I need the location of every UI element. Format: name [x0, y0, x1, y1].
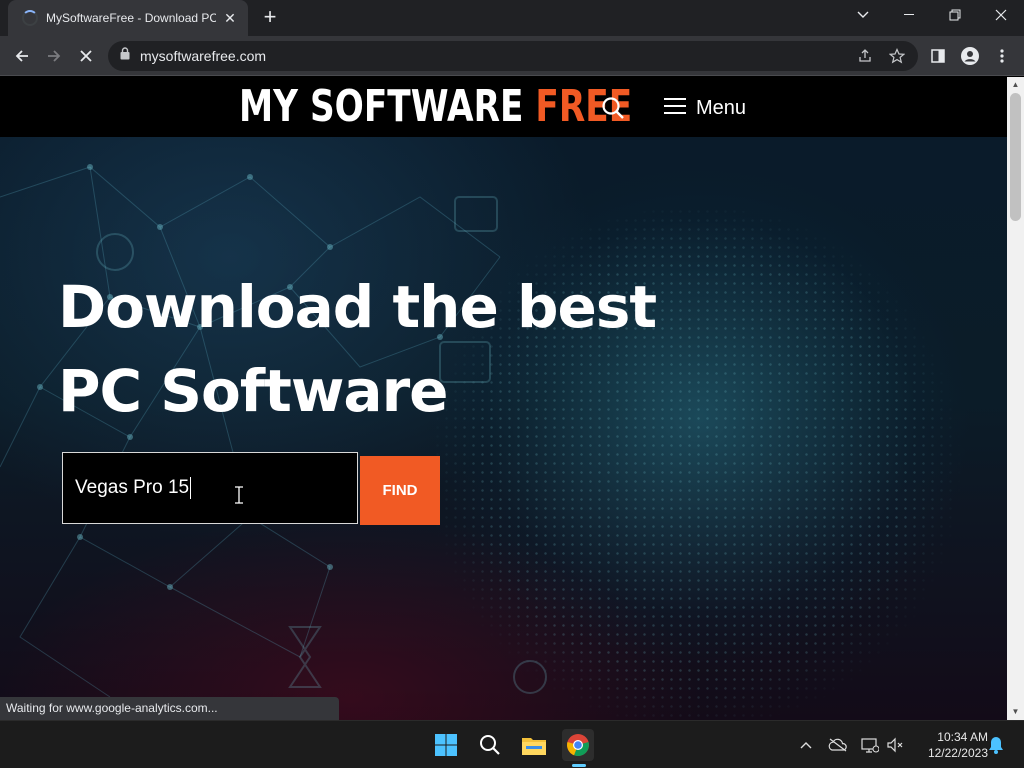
share-icon[interactable] [856, 47, 874, 65]
search-icon[interactable] [601, 96, 625, 120]
hamburger-icon [664, 97, 686, 120]
scroll-down-arrow-icon[interactable]: ▼ [1011, 707, 1020, 716]
hero-line-1: Download the best [58, 273, 657, 341]
tab-title: MySoftwareFree - Download PC S [46, 11, 216, 25]
restore-button[interactable] [932, 0, 978, 30]
page-viewport: MY SOFTWARE FREE Menu Download the best … [0, 77, 1007, 720]
menu-label: Menu [696, 96, 747, 119]
forward-button[interactable] [40, 42, 68, 70]
lock-icon[interactable] [120, 47, 130, 65]
hero-heading: Download the best PC Software [58, 265, 658, 433]
windows-start-icon[interactable] [430, 729, 462, 761]
tab-strip: MySoftwareFree - Download PC S ✕ + [0, 0, 1024, 36]
chrome-icon[interactable] [562, 729, 594, 761]
stop-loading-button[interactable] [72, 42, 100, 70]
status-bubble: Waiting for www.google-analytics.com... [0, 697, 339, 720]
search-input-value: Vegas Pro 15 [75, 477, 190, 498]
taskbar-clock[interactable]: 10:34 AM 12/22/2023 [912, 729, 988, 761]
text-caret [190, 477, 192, 499]
clock-time: 10:34 AM [937, 730, 988, 744]
site-header: MY SOFTWARE FREE Menu [0, 77, 1007, 137]
tab-search-chevron-icon[interactable] [840, 0, 886, 30]
find-button[interactable]: FIND [360, 456, 440, 525]
clock-date: 12/22/2023 [927, 746, 988, 760]
site-logo[interactable]: MY SOFTWARE FREE [239, 83, 632, 131]
menu-button[interactable]: Menu [664, 93, 746, 123]
close-window-button[interactable] [978, 0, 1024, 30]
active-app-indicator [572, 764, 586, 767]
tab-close-icon[interactable]: ✕ [222, 10, 238, 27]
network-icon[interactable] [860, 735, 880, 755]
profile-avatar-icon[interactable] [956, 42, 984, 70]
notification-bell-icon[interactable] [986, 735, 1006, 755]
logo-text-white: MY SOFTWARE [239, 81, 536, 132]
address-bar[interactable]: mysoftwarefree.com [108, 41, 918, 71]
vertical-scrollbar[interactable]: ▲ ▼ [1007, 77, 1024, 720]
windows-taskbar: 10:34 AM 12/22/2023 [0, 720, 1024, 768]
loading-spinner-icon [22, 10, 38, 26]
volume-muted-icon[interactable] [886, 735, 906, 755]
scroll-up-arrow-icon[interactable]: ▲ [1011, 80, 1020, 89]
tray-overflow-chevron-icon[interactable] [796, 735, 816, 755]
file-explorer-icon[interactable] [518, 729, 550, 761]
bookmark-star-icon[interactable] [888, 47, 906, 65]
onedrive-offline-icon[interactable] [828, 735, 848, 755]
hero-line-2: PC Software [58, 357, 449, 425]
url-text[interactable]: mysoftwarefree.com [140, 48, 266, 64]
minimize-button[interactable] [886, 0, 932, 30]
ibeam-cursor-icon [234, 486, 244, 504]
kebab-menu-icon[interactable] [988, 42, 1016, 70]
taskbar-search-icon[interactable] [474, 729, 506, 761]
browser-tab[interactable]: MySoftwareFree - Download PC S ✕ [8, 0, 248, 36]
browser-toolbar: mysoftwarefree.com [0, 36, 1024, 76]
back-button[interactable] [8, 42, 36, 70]
software-search-input[interactable]: Vegas Pro 15 [62, 452, 358, 524]
side-panel-icon[interactable] [924, 42, 952, 70]
scrollbar-thumb[interactable] [1010, 93, 1021, 221]
new-tab-button[interactable]: + [258, 6, 282, 30]
